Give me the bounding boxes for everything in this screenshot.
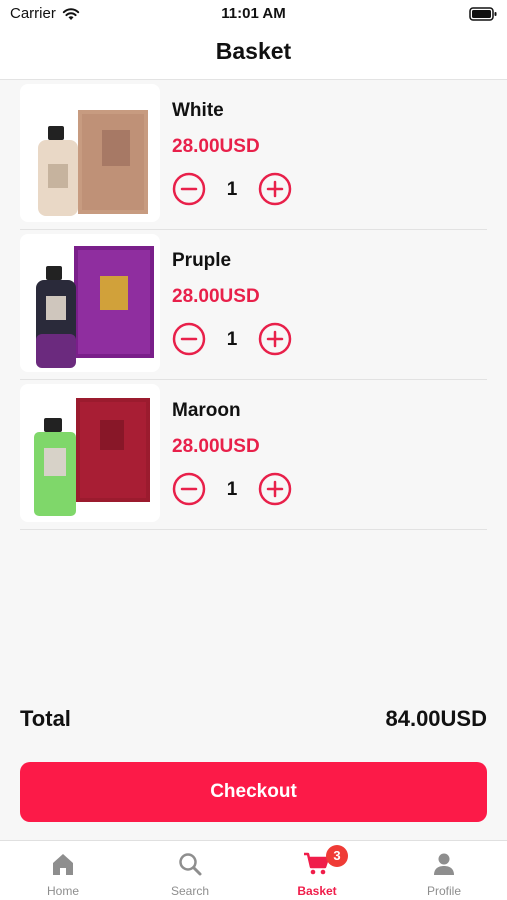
item-price: 28.00USD xyxy=(172,286,260,307)
increase-quantity-button[interactable] xyxy=(258,172,292,206)
decrease-quantity-button[interactable] xyxy=(172,472,206,506)
quantity-value: 1 xyxy=(226,329,238,350)
tab-bar: Home Search 3 Basket Profile xyxy=(0,840,507,900)
tab-label: Profile xyxy=(426,884,461,898)
basket-item: White 28.00USD 1 xyxy=(20,80,487,230)
status-time: 11:01 AM xyxy=(221,5,286,22)
item-name: White xyxy=(172,100,224,121)
quantity-value: 1 xyxy=(226,479,238,500)
decrease-quantity-button[interactable] xyxy=(172,172,206,206)
basket-item: Pruple 28.00USD 1 xyxy=(20,230,487,380)
quantity-stepper: 1 xyxy=(172,472,302,506)
item-price: 28.00USD xyxy=(172,136,260,157)
tab-home[interactable]: Home xyxy=(0,841,126,900)
tab-search[interactable]: Search xyxy=(127,841,253,900)
tab-label: Search xyxy=(170,884,210,898)
cart-count-badge: 3 xyxy=(326,845,348,867)
quantity-stepper: 1 xyxy=(172,322,302,356)
quantity-stepper: 1 xyxy=(172,172,302,206)
battery-icon xyxy=(469,7,497,21)
search-icon xyxy=(179,853,202,876)
total-amount: 84.00USD xyxy=(385,706,487,731)
increase-quantity-button[interactable] xyxy=(258,472,292,506)
item-name: Maroon xyxy=(172,400,241,421)
product-image-white[interactable] xyxy=(20,84,160,222)
person-icon xyxy=(434,853,454,875)
total-label: Total xyxy=(20,706,71,731)
tab-profile[interactable]: Profile xyxy=(381,841,507,900)
tab-label: Home xyxy=(46,884,79,898)
tab-basket[interactable]: 3 Basket xyxy=(254,841,380,900)
quantity-value: 1 xyxy=(226,179,238,200)
checkout-button[interactable]: Checkout xyxy=(20,762,487,822)
increase-quantity-button[interactable] xyxy=(258,322,292,356)
item-price: 28.00USD xyxy=(172,436,260,457)
home-icon xyxy=(53,854,73,875)
status-bar: Carrier 11:01 AM xyxy=(0,0,507,28)
product-image-pruple[interactable] xyxy=(20,234,160,372)
decrease-quantity-button[interactable] xyxy=(172,322,206,356)
total-row: Total 84.00USD xyxy=(20,706,487,736)
basket-item: Maroon 28.00USD 1 xyxy=(20,380,487,530)
navigation-bar: Basket xyxy=(0,28,507,80)
item-name: Pruple xyxy=(172,250,232,271)
page-title: Basket xyxy=(215,38,292,64)
tab-label: Basket xyxy=(297,884,337,898)
product-image-maroon[interactable] xyxy=(20,384,160,522)
